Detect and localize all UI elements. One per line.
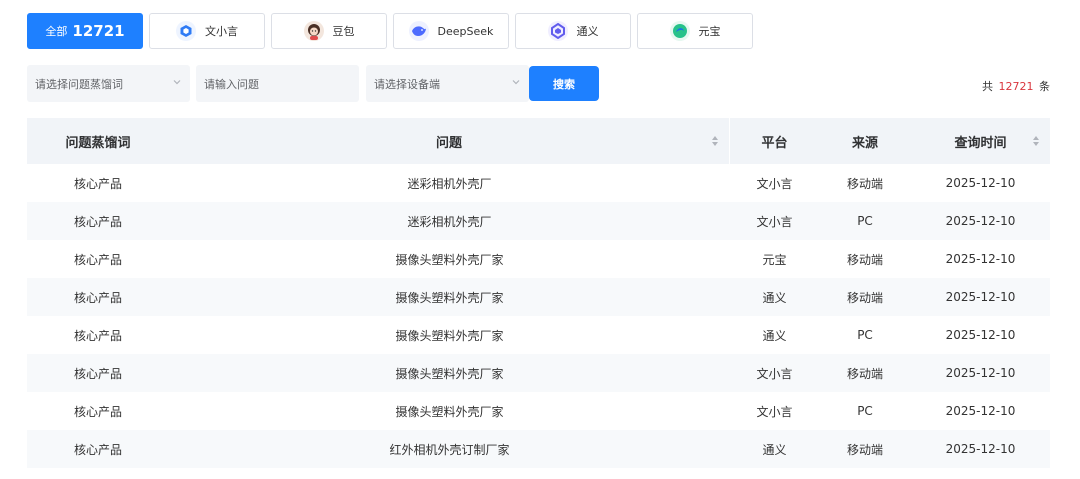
header-question[interactable]: 问题 (169, 118, 730, 164)
header-platform: 平台 (730, 118, 819, 164)
header-keyword: 问题蒸馏词 (27, 118, 169, 164)
header-question-label: 问题 (435, 135, 462, 151)
tab-all[interactable]: 全部 12721 (27, 13, 143, 49)
tab-tongyi[interactable]: 通义 (515, 13, 631, 49)
keyword-select[interactable]: 请选择问题蒸馏词 (27, 65, 190, 102)
tab-wenxiaoyan[interactable]: 文小言 (149, 13, 265, 49)
table-row: 核心产品 迷彩相机外壳厂 文小言 移动端 2025-12-10 (27, 164, 1050, 202)
cell-platform: 文小言 (756, 176, 793, 191)
cell-platform: 文小言 (756, 404, 793, 419)
tab-all-count: 12721 (72, 22, 125, 40)
cell-source: 移动端 (846, 252, 883, 267)
cell-query-time: 2025-12-10 (945, 328, 1016, 342)
yuanbao-icon (669, 21, 690, 41)
cell-keyword: 核心产品 (73, 214, 122, 229)
cell-platform: 文小言 (756, 214, 793, 229)
cell-keyword: 核心产品 (73, 290, 122, 305)
table-header: 问题蒸馏词 问题 平台 来源 查询时间 (27, 118, 1050, 164)
cell-platform: 元宝 (762, 252, 787, 267)
cell-question: 迷彩相机外壳厂 (407, 214, 492, 229)
cell-question: 摄像头塑料外壳厂家 (395, 290, 504, 305)
table-body: 核心产品 迷彩相机外壳厂 文小言 移动端 2025-12-10 核心产品 迷彩相机外壳厂 文小… (27, 164, 1050, 468)
cell-platform: 文小言 (756, 366, 793, 381)
cell-query-time: 2025-12-10 (945, 252, 1016, 266)
chevron-down-icon (511, 77, 521, 90)
cell-query-time: 2025-12-10 (945, 442, 1016, 456)
sort-icon[interactable] (1032, 135, 1040, 151)
sort-icon[interactable] (711, 135, 719, 151)
cell-keyword: 核心产品 (73, 328, 122, 343)
table-row: 核心产品 红外相机外壳订制厂家 通义 移动端 2025-12-10 (27, 430, 1050, 468)
tab-label: 通义 (576, 25, 599, 38)
tab-deepseek[interactable]: DeepSeek (393, 13, 509, 49)
cell-keyword: 核心产品 (73, 442, 122, 457)
search-button[interactable]: 搜索 (529, 66, 599, 101)
cell-query-time: 2025-12-10 (945, 404, 1016, 418)
cell-question: 红外相机外壳订制厂家 (389, 442, 510, 457)
table-row: 核心产品 摄像头塑料外壳厂家 通义 移动端 2025-12-10 (27, 278, 1050, 316)
platform-tabs: 全部 12721 文小言 豆包 DeepSeek 通义 元宝 (27, 13, 753, 49)
cell-query-time: 2025-12-10 (945, 366, 1016, 380)
tab-all-label: 全部 (45, 25, 68, 38)
wenxiaoyan-icon (176, 21, 196, 41)
tab-label: 文小言 (205, 25, 238, 38)
question-input-placeholder: 请输入问题 (204, 77, 259, 91)
tongyi-icon (547, 21, 568, 41)
cell-keyword: 核心产品 (73, 252, 122, 267)
cell-question: 迷彩相机外壳厂 (407, 176, 492, 191)
header-keyword-label: 问题蒸馏词 (65, 135, 131, 151)
cell-question: 摄像头塑料外壳厂家 (395, 404, 504, 419)
header-source: 来源 (819, 118, 911, 164)
total-number: 12721 (998, 80, 1034, 93)
cell-source: 移动端 (846, 290, 883, 305)
cell-keyword: 核心产品 (73, 176, 122, 191)
chevron-down-icon (172, 77, 182, 90)
cell-question: 摄像头塑料外壳厂家 (395, 328, 504, 343)
cell-query-time: 2025-12-10 (945, 214, 1016, 228)
header-platform-label: 平台 (761, 135, 788, 151)
header-source-label: 来源 (851, 135, 878, 151)
header-query-time-label: 查询时间 (954, 135, 1007, 151)
table-row: 核心产品 摄像头塑料外壳厂家 元宝 移动端 2025-12-10 (27, 240, 1050, 278)
cell-keyword: 核心产品 (73, 366, 122, 381)
cell-source: PC (857, 404, 873, 418)
table-row: 核心产品 迷彩相机外壳厂 文小言 PC 2025-12-10 (27, 202, 1050, 240)
question-input[interactable]: 请输入问题 (196, 65, 359, 102)
tab-label: 元宝 (698, 25, 721, 38)
cell-platform: 通义 (762, 328, 787, 343)
tab-yuanbao[interactable]: 元宝 (637, 13, 753, 49)
table-row: 核心产品 摄像头塑料外壳厂家 文小言 PC 2025-12-10 (27, 392, 1050, 430)
cell-query-time: 2025-12-10 (945, 176, 1016, 190)
deepseek-icon (408, 21, 429, 41)
tab-label: DeepSeek (437, 24, 494, 38)
total-count: 共 12721 条 (982, 78, 1050, 94)
doubao-icon (303, 21, 324, 41)
cell-platform: 通义 (762, 442, 787, 457)
header-query-time[interactable]: 查询时间 (911, 118, 1050, 164)
cell-source: 移动端 (846, 366, 883, 381)
keyword-select-placeholder: 请选择问题蒸馏词 (35, 77, 123, 91)
cell-platform: 通义 (762, 290, 787, 305)
cell-question: 摄像头塑料外壳厂家 (395, 366, 504, 381)
cell-source: 移动端 (846, 442, 883, 457)
table-row: 核心产品 摄像头塑料外壳厂家 文小言 移动端 2025-12-10 (27, 354, 1050, 392)
cell-source: 移动端 (846, 176, 883, 191)
results-table: 问题蒸馏词 问题 平台 来源 查询时间 核心产品 迷彩相机外壳厂 文小言 移动端 202… (27, 118, 1050, 468)
tab-doubao[interactable]: 豆包 (271, 13, 387, 49)
cell-keyword: 核心产品 (73, 404, 122, 419)
device-select[interactable]: 请选择设备端 (366, 65, 529, 102)
tab-label: 豆包 (332, 25, 355, 38)
cell-source: PC (857, 328, 873, 342)
total-prefix: 共 (982, 80, 993, 93)
cell-question: 摄像头塑料外壳厂家 (395, 252, 504, 267)
table-row: 核心产品 摄像头塑料外壳厂家 通义 PC 2025-12-10 (27, 316, 1050, 354)
total-suffix: 条 (1039, 80, 1050, 93)
cell-source: PC (857, 214, 873, 228)
device-select-placeholder: 请选择设备端 (374, 77, 440, 91)
cell-query-time: 2025-12-10 (945, 290, 1016, 304)
